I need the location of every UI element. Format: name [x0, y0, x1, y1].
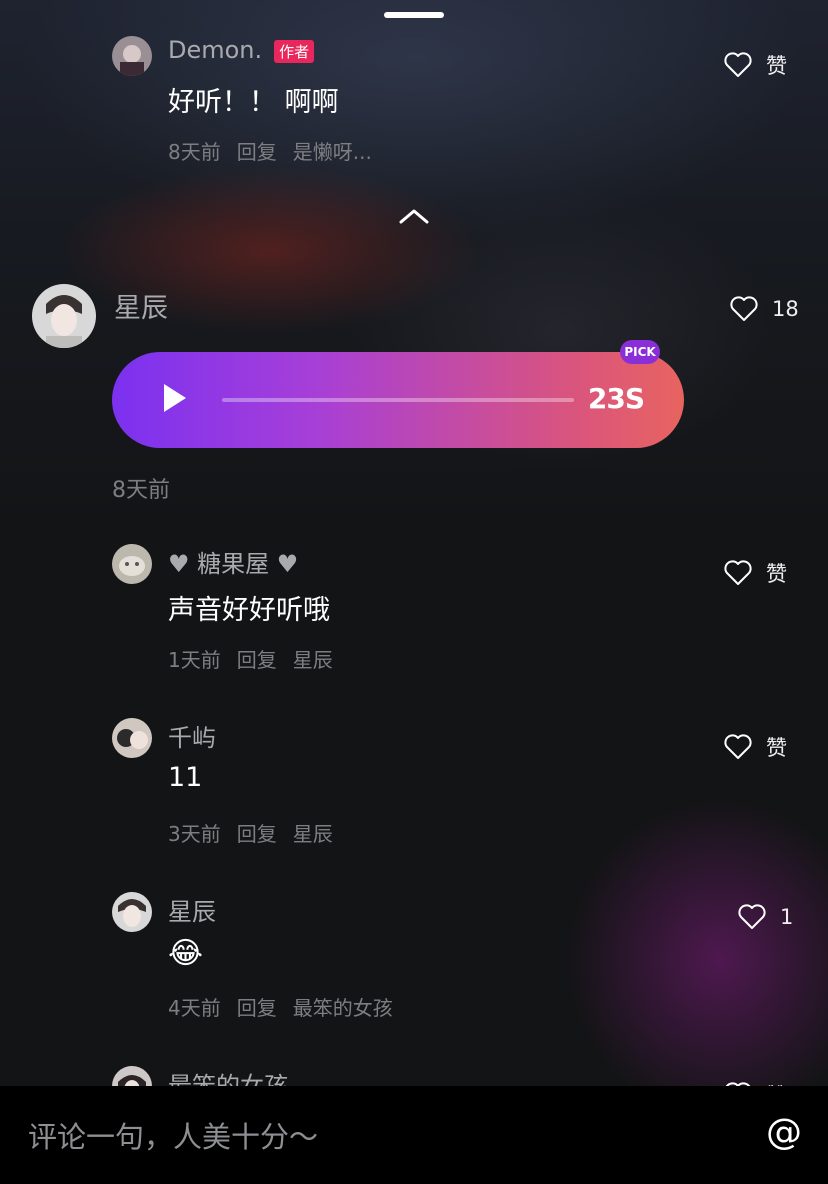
chevron-up-icon[interactable] [398, 206, 430, 226]
like-button[interactable]: 赞 [724, 732, 787, 762]
comment-time: 8天前 [112, 478, 170, 503]
comment-input[interactable]: 评论一句，人美十分～ [28, 1114, 318, 1156]
comment-text: 11 [168, 762, 203, 793]
heart-icon [724, 52, 752, 77]
reply-button[interactable]: 回复 [237, 822, 277, 846]
avatar[interactable] [112, 544, 152, 584]
voice-progress-track[interactable] [222, 398, 574, 402]
like-button[interactable]: 18 [730, 296, 799, 322]
avatar[interactable] [112, 718, 152, 758]
voice-duration: 23S [587, 382, 645, 415]
reply-to-name[interactable]: 最笨的女孩 [293, 996, 393, 1020]
heart-icon [730, 296, 758, 321]
like-label: 赞 [766, 562, 787, 586]
commenter-name[interactable]: 千屿 [168, 718, 216, 753]
like-button[interactable]: 赞 [724, 558, 787, 588]
avatar[interactable] [112, 892, 152, 932]
comment-text: 声音好好听哦 [168, 595, 330, 626]
pick-badge: PICK [620, 340, 660, 364]
background [0, 0, 828, 1184]
voice-message-player[interactable]: 23S [112, 352, 684, 448]
comment-meta: 3天前 回复 星辰 [168, 818, 349, 847]
drag-handle[interactable] [384, 12, 444, 18]
comment-time: 1天前 [168, 648, 221, 672]
author-badge: 作者 [274, 39, 315, 63]
comment-time: 8天前 [168, 140, 221, 164]
heart-icon [738, 904, 766, 929]
mention-icon[interactable]: @ [766, 1112, 802, 1153]
reply-to-name[interactable]: 星辰 [293, 822, 333, 846]
commenter-name[interactable]: 星辰 [168, 892, 216, 927]
comment-input-bar: 评论一句，人美十分～ @ [0, 1086, 828, 1184]
heart-icon [724, 734, 752, 759]
comment-time: 3天前 [168, 822, 221, 846]
like-count: 18 [772, 297, 799, 321]
comment-meta: 1天前 回复 星辰 [168, 644, 349, 673]
comment-meta: 8天前 回复 是懒呀... [168, 136, 388, 165]
commenter-name-text: Demon. [168, 36, 263, 64]
reply-button[interactable]: 回复 [237, 140, 277, 164]
commenter-name[interactable]: ♥ 糖果屋 ♥ [168, 544, 298, 579]
reply-button[interactable]: 回复 [237, 648, 277, 672]
comment-text: 😂 [168, 936, 204, 971]
reply-button[interactable]: 回复 [237, 996, 277, 1020]
comment-meta: 4天前 回复 最笨的女孩 [168, 992, 409, 1021]
commenter-name[interactable]: Demon. 作者 [168, 36, 315, 64]
comment-time: 4天前 [168, 996, 221, 1020]
reply-to-name[interactable]: 是懒呀... [293, 140, 372, 164]
commenter-name[interactable]: 星辰 [114, 286, 168, 325]
like-label: 赞 [766, 736, 787, 760]
reply-to-name[interactable]: 星辰 [293, 648, 333, 672]
avatar[interactable] [112, 36, 152, 76]
avatar[interactable] [32, 284, 96, 348]
play-icon[interactable] [164, 384, 186, 412]
heart-icon [724, 560, 752, 585]
like-count: 1 [780, 905, 794, 929]
like-button[interactable]: 1 [738, 904, 793, 930]
like-label: 赞 [766, 54, 787, 78]
comment-text: 好听！！ 啊啊 [168, 87, 339, 118]
like-button[interactable]: 赞 [724, 50, 787, 80]
